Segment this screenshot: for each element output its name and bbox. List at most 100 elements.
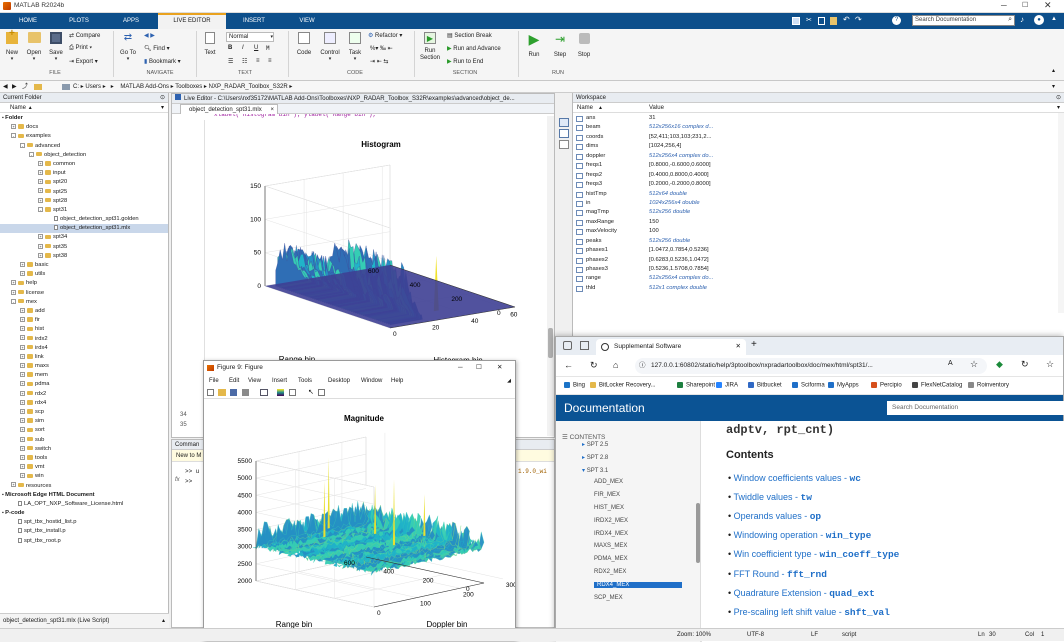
tree-item[interactable]: + hist — [0, 325, 168, 334]
expand-toggle-icon[interactable]: + — [38, 170, 43, 176]
tree-item[interactable]: + maxs — [0, 362, 168, 371]
expand-toggle-icon[interactable]: + — [20, 436, 25, 442]
tree-item[interactable]: + utils — [0, 270, 168, 279]
figure-menu-dock-icon[interactable]: ◢ — [507, 375, 511, 387]
bookmark-item[interactable]: FlexNetCatalog — [912, 382, 962, 389]
browse-folder-icon[interactable] — [34, 84, 42, 90]
tree-item[interactable]: + pdma — [0, 380, 168, 389]
new-tab-icon[interactable]: + — [751, 339, 757, 350]
expand-toggle-icon[interactable]: - — [11, 298, 16, 304]
favorite-star-icon[interactable]: ☆ — [970, 359, 978, 370]
workspace-row[interactable]: thld 512x1 complex double — [573, 284, 1064, 293]
insert-colorbar-icon[interactable] — [277, 389, 284, 396]
expand-toggle-icon[interactable]: + — [38, 252, 43, 258]
expand-toggle-icon[interactable]: + — [20, 408, 25, 414]
workspace-row[interactable]: ans 31 — [573, 114, 1064, 123]
forward-icon[interactable]: ▶ — [12, 81, 17, 93]
tree-item[interactable]: + license — [0, 289, 168, 298]
browser-tab-close-icon[interactable]: ✕ — [736, 339, 741, 355]
histogram-plot[interactable]: 02040600200400600050100150HistogramHisto… — [205, 120, 535, 400]
help-icon[interactable]: ? — [892, 16, 901, 25]
bookmark-item[interactable]: BitLocker Recovery... — [590, 382, 656, 389]
expand-toggle-icon[interactable]: - — [11, 133, 16, 139]
notification-icon[interactable]: ♪ — [1020, 15, 1024, 24]
expand-toggle-icon[interactable]: + — [20, 372, 25, 378]
contents-link[interactable]: Window coefficients values - wc — [734, 473, 861, 484]
scrollbar-thumb[interactable] — [548, 328, 553, 358]
doc-search-field[interactable]: Search Documentation — [887, 401, 1064, 415]
expand-toggle-icon[interactable]: + — [20, 473, 25, 479]
toc-item[interactable]: IRDX4_MEX — [594, 531, 628, 537]
bookmark-item[interactable]: MyApps — [828, 382, 859, 389]
tree-item[interactable]: + spt20 — [0, 178, 168, 187]
contents-item[interactable]: • Window coefficients values - wc — [728, 473, 861, 484]
tree-item[interactable]: + switch — [0, 445, 168, 454]
save-quick-icon[interactable] — [792, 17, 800, 25]
bookmark-item[interactable]: Bitbucket — [748, 382, 782, 389]
bookmark-item[interactable]: Percipio — [871, 382, 902, 389]
figure-menu-tools[interactable]: Tools — [298, 375, 312, 387]
tree-item[interactable]: ▪ Microsoft Edge HTML Document — [0, 491, 168, 500]
col-value[interactable]: Value — [649, 103, 664, 113]
edit-plot-icon[interactable]: ↖ — [308, 388, 314, 396]
tree-item[interactable]: - examples — [0, 132, 168, 141]
expand-toggle-icon[interactable]: + — [20, 353, 25, 359]
refactor-button[interactable]: ⚙ Refactor ▾ — [368, 32, 402, 39]
read-aloud-icon[interactable]: A — [948, 360, 953, 367]
tree-item[interactable]: + irdx2 — [0, 335, 168, 344]
run-button[interactable]: ▶ Run — [523, 32, 545, 58]
tree-item[interactable]: - spt31 — [0, 206, 168, 215]
column-header[interactable]: Name ▲ ▾ — [0, 103, 168, 113]
ribbon-collapse-icon[interactable]: ▲ — [1051, 16, 1057, 22]
breadcrumb-toolbox[interactable]: NXP_RADAR_Toolbox_S32R — [209, 84, 288, 90]
workspace-row[interactable]: dims [1024,256,4] — [573, 142, 1064, 151]
link-icon[interactable] — [260, 389, 268, 396]
minimize-button[interactable]: ─ — [1001, 1, 1007, 10]
tree-item[interactable]: ▪ Folder — [0, 114, 168, 123]
tab-apps[interactable]: APPS — [108, 13, 154, 29]
contents-link[interactable]: Win coefficient type - win_coeff_type — [734, 549, 900, 560]
contents-link[interactable]: FFT Round - fft_rnd — [734, 569, 827, 580]
step-button[interactable]: ⇥ Step — [549, 32, 571, 58]
tree-item[interactable]: + common — [0, 160, 168, 169]
contents-toggle[interactable]: ☰ CONTENTS — [562, 433, 605, 441]
expand-toggle-icon[interactable]: + — [38, 243, 43, 249]
toc-scrollbar[interactable] — [696, 503, 700, 563]
maximize-button[interactable]: ☐ — [1022, 1, 1028, 9]
contents-link[interactable]: Pre-scaling left shift value - shft_val — [734, 607, 890, 618]
align-center-icon[interactable]: ≡ — [268, 58, 272, 64]
undo-icon[interactable]: ↶ — [843, 15, 850, 24]
text-button[interactable]: Text — [200, 32, 220, 56]
tab-home[interactable]: HOME — [8, 13, 48, 29]
tree-item[interactable]: LA_OPT_NXP_Software_License.html — [0, 500, 168, 509]
stop-button[interactable]: Stop — [573, 32, 595, 58]
expand-toggle-icon[interactable]: + — [20, 335, 25, 341]
code-button[interactable]: Code — [293, 32, 315, 56]
browser-refresh-icon[interactable]: ↻ — [590, 360, 598, 371]
bookmark-item[interactable]: Sharepoint — [677, 382, 715, 389]
expand-toggle-icon[interactable]: + — [20, 427, 25, 433]
contents-item[interactable]: • Quadrature Extension - quad_ext — [728, 588, 875, 599]
figure-menu-view[interactable]: View — [248, 375, 261, 387]
workspace-row[interactable]: beam 512x256x16 complex d... — [573, 123, 1064, 132]
tree-item[interactable]: + mem — [0, 371, 168, 380]
expand-toggle-icon[interactable]: + — [20, 326, 25, 332]
workspace-row[interactable]: coords [52,411;103,103;231,2... — [573, 133, 1064, 142]
doc-title[interactable]: Documentation — [564, 401, 645, 415]
toc-item[interactable]: ADD_MEX — [594, 479, 623, 485]
output-inline-icon[interactable] — [559, 118, 569, 127]
status-zoom[interactable]: Zoom: 100% — [677, 629, 711, 642]
tab-list-icon[interactable] — [580, 341, 589, 350]
expand-toggle-icon[interactable]: + — [20, 390, 25, 396]
open-figure-icon[interactable] — [218, 389, 226, 396]
tree-item[interactable]: object_detection_spt31.mlx — [0, 224, 168, 234]
expand-toggle-icon[interactable]: + — [20, 344, 25, 350]
tree-item[interactable]: - mex — [0, 298, 168, 307]
italic-button[interactable]: I — [242, 45, 244, 51]
figure-menu-file[interactable]: File — [209, 375, 219, 387]
workspace-row[interactable]: histTmp 512x64 double — [573, 190, 1064, 199]
cut-icon[interactable]: ✂ — [806, 16, 812, 24]
browser-home-icon[interactable]: ⌂ — [613, 360, 618, 370]
run-section-button[interactable]: ▶ Run Section — [418, 32, 442, 62]
expand-toggle-icon[interactable]: + — [38, 160, 43, 166]
